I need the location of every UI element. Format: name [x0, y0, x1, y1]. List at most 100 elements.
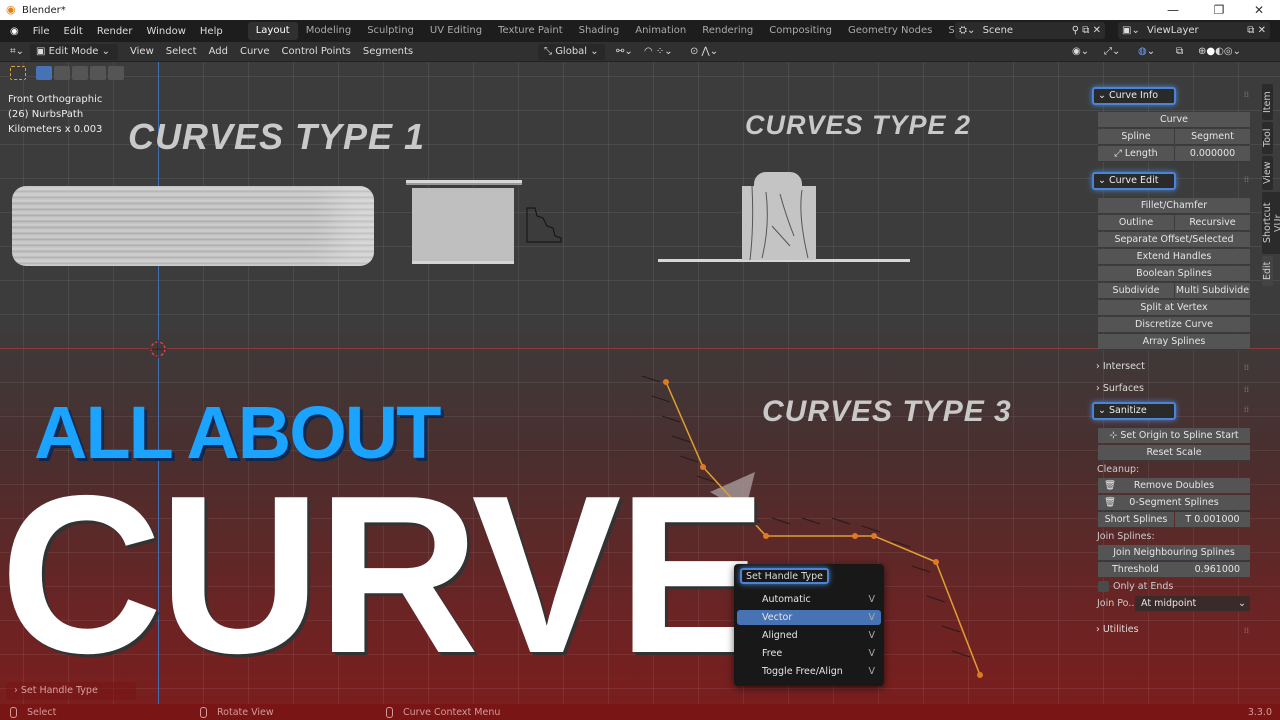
- tab-compositing[interactable]: Compositing: [761, 22, 840, 40]
- minimize-button[interactable]: —: [1150, 0, 1196, 20]
- viewlayer-selector[interactable]: ▣⌄ ViewLayer ⧉ ✕: [1118, 22, 1270, 39]
- tab-shading[interactable]: Shading: [571, 22, 628, 40]
- drag-handle-icon[interactable]: ⁞⁞: [1244, 385, 1249, 394]
- menu-curve[interactable]: Curve: [234, 46, 276, 57]
- snap-icon[interactable]: ◠ ⁘⌄: [638, 46, 679, 57]
- menu-file[interactable]: File: [26, 26, 57, 37]
- xray-icon[interactable]: ⧉: [1170, 46, 1189, 57]
- tab-view[interactable]: View: [1262, 156, 1273, 190]
- menu-item-aligned[interactable]: Aligned V: [737, 628, 881, 643]
- boolean-splines-button[interactable]: Boolean Splines: [1098, 266, 1250, 282]
- join-position-dropdown[interactable]: At midpoint ⌄: [1135, 596, 1250, 612]
- profile-curve-icon[interactable]: [525, 206, 565, 246]
- tweak-tool-icon[interactable]: [10, 66, 26, 80]
- menu-render[interactable]: Render: [90, 26, 140, 37]
- extend-handles-button[interactable]: Extend Handles: [1098, 249, 1250, 265]
- tab-animation[interactable]: Animation: [627, 22, 694, 40]
- drag-handle-icon[interactable]: ⁞⁞: [1244, 90, 1249, 99]
- curve-info-header[interactable]: ⌄ Curve Info: [1092, 87, 1176, 105]
- discretize-curve-button[interactable]: Discretize Curve: [1098, 317, 1250, 333]
- bevel-curve-object[interactable]: [12, 186, 374, 266]
- tab-modeling[interactable]: Modeling: [298, 22, 360, 40]
- separate-offset-button[interactable]: Separate Offset/Selected: [1098, 232, 1250, 248]
- select-extend-icon[interactable]: [54, 66, 70, 80]
- close-button[interactable]: ✕: [1236, 0, 1280, 20]
- reset-scale-button[interactable]: Reset Scale: [1098, 445, 1250, 461]
- menu-item-free[interactable]: Free V: [737, 646, 881, 661]
- chevron-down-icon: ⌄: [1238, 598, 1246, 609]
- tab-geometry-nodes[interactable]: Geometry Nodes: [840, 22, 940, 40]
- menu-help[interactable]: Help: [193, 26, 230, 37]
- scene-pin-icon[interactable]: ⚲ ⧉ ✕: [1072, 22, 1101, 39]
- blender-logo-icon: ◉: [6, 3, 16, 16]
- menu-item-automatic[interactable]: Automatic V: [737, 592, 881, 607]
- tab-tool[interactable]: Tool: [1262, 122, 1273, 154]
- select-new-icon[interactable]: [36, 66, 52, 80]
- visibility-icon[interactable]: ◉⌄: [1066, 46, 1095, 57]
- menu-window[interactable]: Window: [139, 26, 192, 37]
- cornice-object[interactable]: [412, 188, 514, 264]
- short-splines-threshold-field[interactable]: T 0.001000: [1175, 512, 1250, 528]
- menu-add[interactable]: Add: [203, 46, 234, 57]
- remove-doubles-button[interactable]: 🗑 Remove Doubles: [1098, 478, 1250, 494]
- utilities-header[interactable]: › Utilities: [1096, 623, 1139, 637]
- last-operator-label: Set Handle Type: [20, 685, 98, 696]
- tab-shortcut-vur[interactable]: Shortcut VUr: [1262, 192, 1280, 254]
- menu-edit[interactable]: Edit: [56, 26, 89, 37]
- threshold-field[interactable]: Threshold 0.961000: [1098, 562, 1250, 578]
- split-at-vertex-button[interactable]: Split at Vertex: [1098, 300, 1250, 316]
- zero-segment-splines-button[interactable]: 🗑 0-Segment Splines: [1098, 495, 1250, 511]
- drag-handle-icon[interactable]: ⁞⁞: [1244, 626, 1249, 635]
- only-at-ends-checkbox[interactable]: [1098, 581, 1109, 592]
- shading-modes-icon[interactable]: ⊕●◐◎⌄: [1192, 46, 1247, 57]
- tab-rendering[interactable]: Rendering: [694, 22, 761, 40]
- tab-edit[interactable]: Edit: [1262, 256, 1273, 286]
- tab-sculpting[interactable]: Sculpting: [359, 22, 422, 40]
- drag-handle-icon[interactable]: ⁞⁞: [1244, 405, 1249, 414]
- item-label: Aligned: [762, 630, 798, 641]
- menu-view[interactable]: View: [124, 46, 160, 57]
- fillet-chamfer-button[interactable]: Fillet/Chamfer: [1098, 198, 1250, 214]
- 3d-viewport[interactable]: Front Orthographic (26) NurbsPath Kilome…: [0, 62, 1280, 704]
- short-splines-button[interactable]: Short Splines: [1098, 512, 1174, 528]
- menu-item-vector[interactable]: Vector V: [737, 610, 881, 625]
- sanitize-header[interactable]: ⌄ Sanitize: [1092, 402, 1176, 420]
- menu-select[interactable]: Select: [160, 46, 203, 57]
- outline-button[interactable]: Outline: [1098, 215, 1174, 231]
- curve-edit-header[interactable]: ⌄ Curve Edit: [1092, 172, 1176, 190]
- proportional-edit-icon[interactable]: ⊙ ⋀⌄: [684, 46, 724, 57]
- last-operator-panel[interactable]: › Set Handle Type: [6, 682, 136, 700]
- overlays-icon[interactable]: ◍⌄: [1132, 46, 1161, 57]
- tab-texture-paint[interactable]: Texture Paint: [490, 22, 571, 40]
- intersect-header[interactable]: › Intersect: [1096, 360, 1145, 374]
- drag-handle-icon[interactable]: ⁞⁞: [1244, 175, 1249, 184]
- sketch-object[interactable]: [742, 185, 816, 261]
- pivot-icon[interactable]: ⚯⌄: [610, 46, 639, 57]
- editor-type-icon[interactable]: ⌗⌄: [0, 46, 30, 57]
- recursive-offset-button[interactable]: Recursive Offset: [1175, 215, 1250, 244]
- transform-orientation-dropdown[interactable]: ⤡ Global ⌄: [538, 43, 605, 60]
- array-splines-button[interactable]: Array Splines: [1098, 334, 1250, 350]
- select-subtract-icon[interactable]: [72, 66, 88, 80]
- scene-selector[interactable]: ⛭⌄ Scene ⚲ ⧉ ✕: [955, 22, 1105, 39]
- mode-dropdown[interactable]: ▣ Edit Mode ⌄: [30, 43, 119, 60]
- tab-uv-editing[interactable]: UV Editing: [422, 22, 490, 40]
- set-origin-button[interactable]: ⊹ Set Origin to Spline Start: [1098, 428, 1250, 444]
- tab-item[interactable]: Item: [1262, 84, 1273, 120]
- 3d-cursor-icon[interactable]: [149, 340, 167, 358]
- select-invert-icon[interactable]: [90, 66, 106, 80]
- gizmo-icon[interactable]: ⤢⌄: [1098, 46, 1126, 57]
- subdivide-button[interactable]: Subdivide: [1098, 283, 1174, 299]
- blender-menu-icon[interactable]: ◉: [0, 26, 26, 37]
- tab-layout[interactable]: Layout: [247, 22, 298, 40]
- join-neighbouring-button[interactable]: Join Neighbouring Splines: [1098, 545, 1250, 561]
- drag-handle-icon[interactable]: ⁞⁞: [1244, 363, 1249, 372]
- surfaces-header[interactable]: › Surfaces: [1096, 382, 1144, 396]
- menu-control-points[interactable]: Control Points: [276, 46, 357, 57]
- select-intersect-icon[interactable]: [108, 66, 124, 80]
- menu-item-toggle-free-align[interactable]: Toggle Free/Align V: [737, 664, 881, 679]
- curve-info-spline: Spline: [1098, 129, 1174, 145]
- multi-subdivide-button[interactable]: Multi Subdivide: [1175, 283, 1250, 299]
- menu-segments[interactable]: Segments: [357, 46, 419, 57]
- viewlayer-copy-icon[interactable]: ⧉ ✕: [1247, 22, 1266, 39]
